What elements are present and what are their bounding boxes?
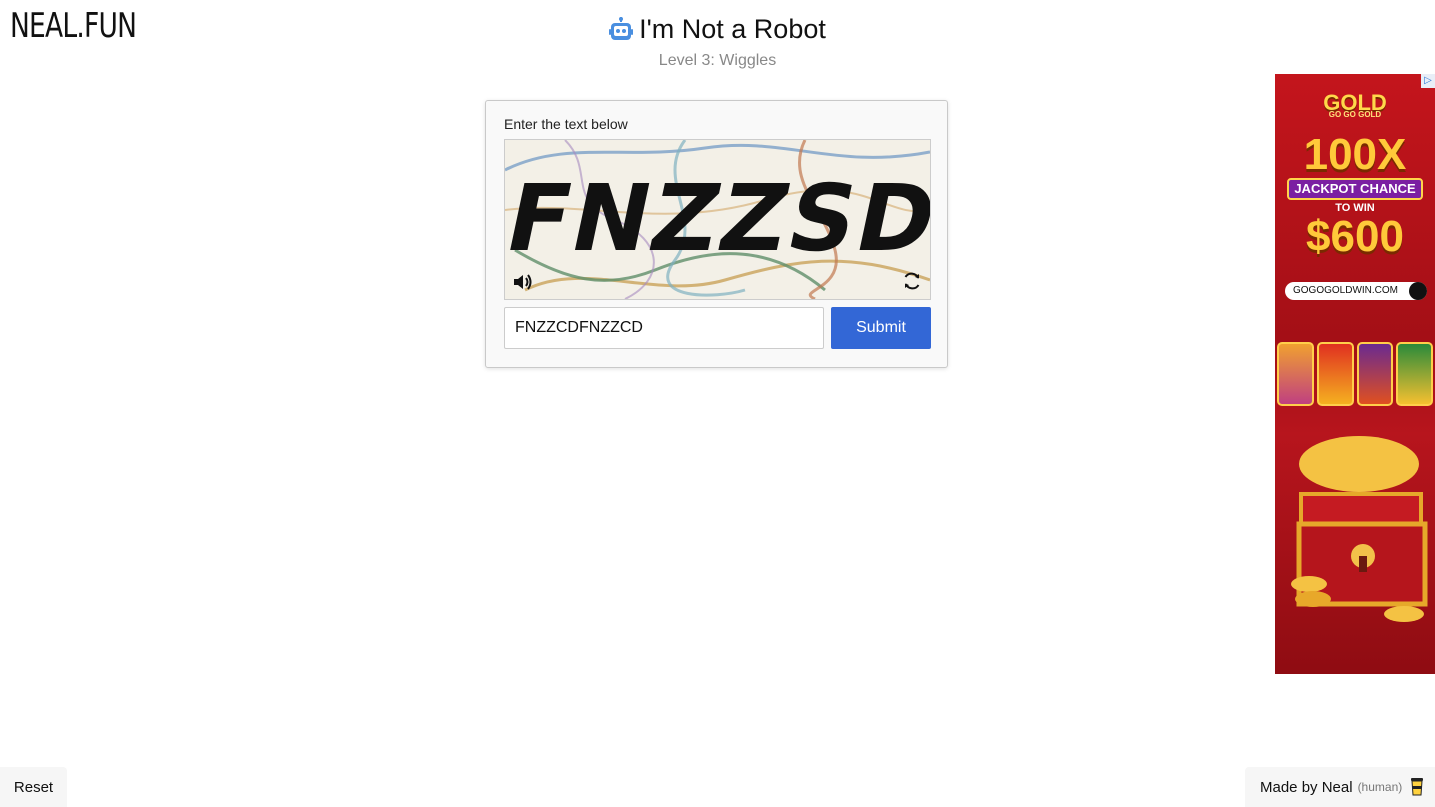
captcha-text: FNZZSD xyxy=(505,165,930,272)
page-title: I'm Not a Robot xyxy=(639,14,826,44)
captcha-image: FNZZSD xyxy=(504,139,931,300)
ad-slot-image xyxy=(1396,342,1433,406)
page-title-container: I'm Not a Robot xyxy=(609,14,826,45)
robot-icon xyxy=(609,16,634,40)
footer-credit[interactable]: Made by Neal (human) xyxy=(1245,767,1435,807)
credit-text: Made by Neal xyxy=(1260,778,1353,796)
level-subtitle: Level 3: Wiggles xyxy=(658,52,777,69)
search-icon xyxy=(1409,282,1427,300)
credit-note: (human) xyxy=(1357,780,1403,794)
page-header: I'm Not a Robot xyxy=(0,14,1435,48)
ad-url: GOGOGOLDWIN.COM xyxy=(1293,285,1398,296)
captcha-prompt: Enter the text below xyxy=(504,116,628,132)
ad-slot-image xyxy=(1356,342,1394,406)
ad-prize: $600 xyxy=(1306,212,1404,261)
speaker-icon[interactable] xyxy=(513,273,533,291)
advertisement[interactable]: ▷ GOLD GO GO GOLD 100X JACKPOT CHANCE TO… xyxy=(1275,74,1435,674)
ad-slot-image xyxy=(1277,342,1314,406)
coffee-cup-icon xyxy=(1411,778,1424,796)
treasure-chest-icon xyxy=(1291,436,1428,622)
ad-url-bar: GOGOGOLDWIN.COM xyxy=(1285,282,1427,300)
captcha-answer-input[interactable] xyxy=(504,307,824,349)
captcha-panel: Enter the text below FNZZSD Submit xyxy=(485,100,948,368)
refresh-icon[interactable] xyxy=(902,271,922,291)
ad-jackpot-banner: JACKPOT CHANCE xyxy=(1287,178,1423,200)
reset-button[interactable]: Reset xyxy=(0,767,67,807)
ad-slot-thumbnails xyxy=(1277,342,1433,406)
submit-button[interactable]: Submit xyxy=(831,307,931,349)
ad-multiplier: 100X xyxy=(1303,130,1407,179)
ad-slot-image xyxy=(1316,342,1354,406)
ad-choices-icon[interactable]: ▷ xyxy=(1421,74,1435,88)
captcha-image-graphic: FNZZSD xyxy=(505,140,930,299)
ad-brand-sub: GO GO GOLD xyxy=(1328,110,1382,119)
